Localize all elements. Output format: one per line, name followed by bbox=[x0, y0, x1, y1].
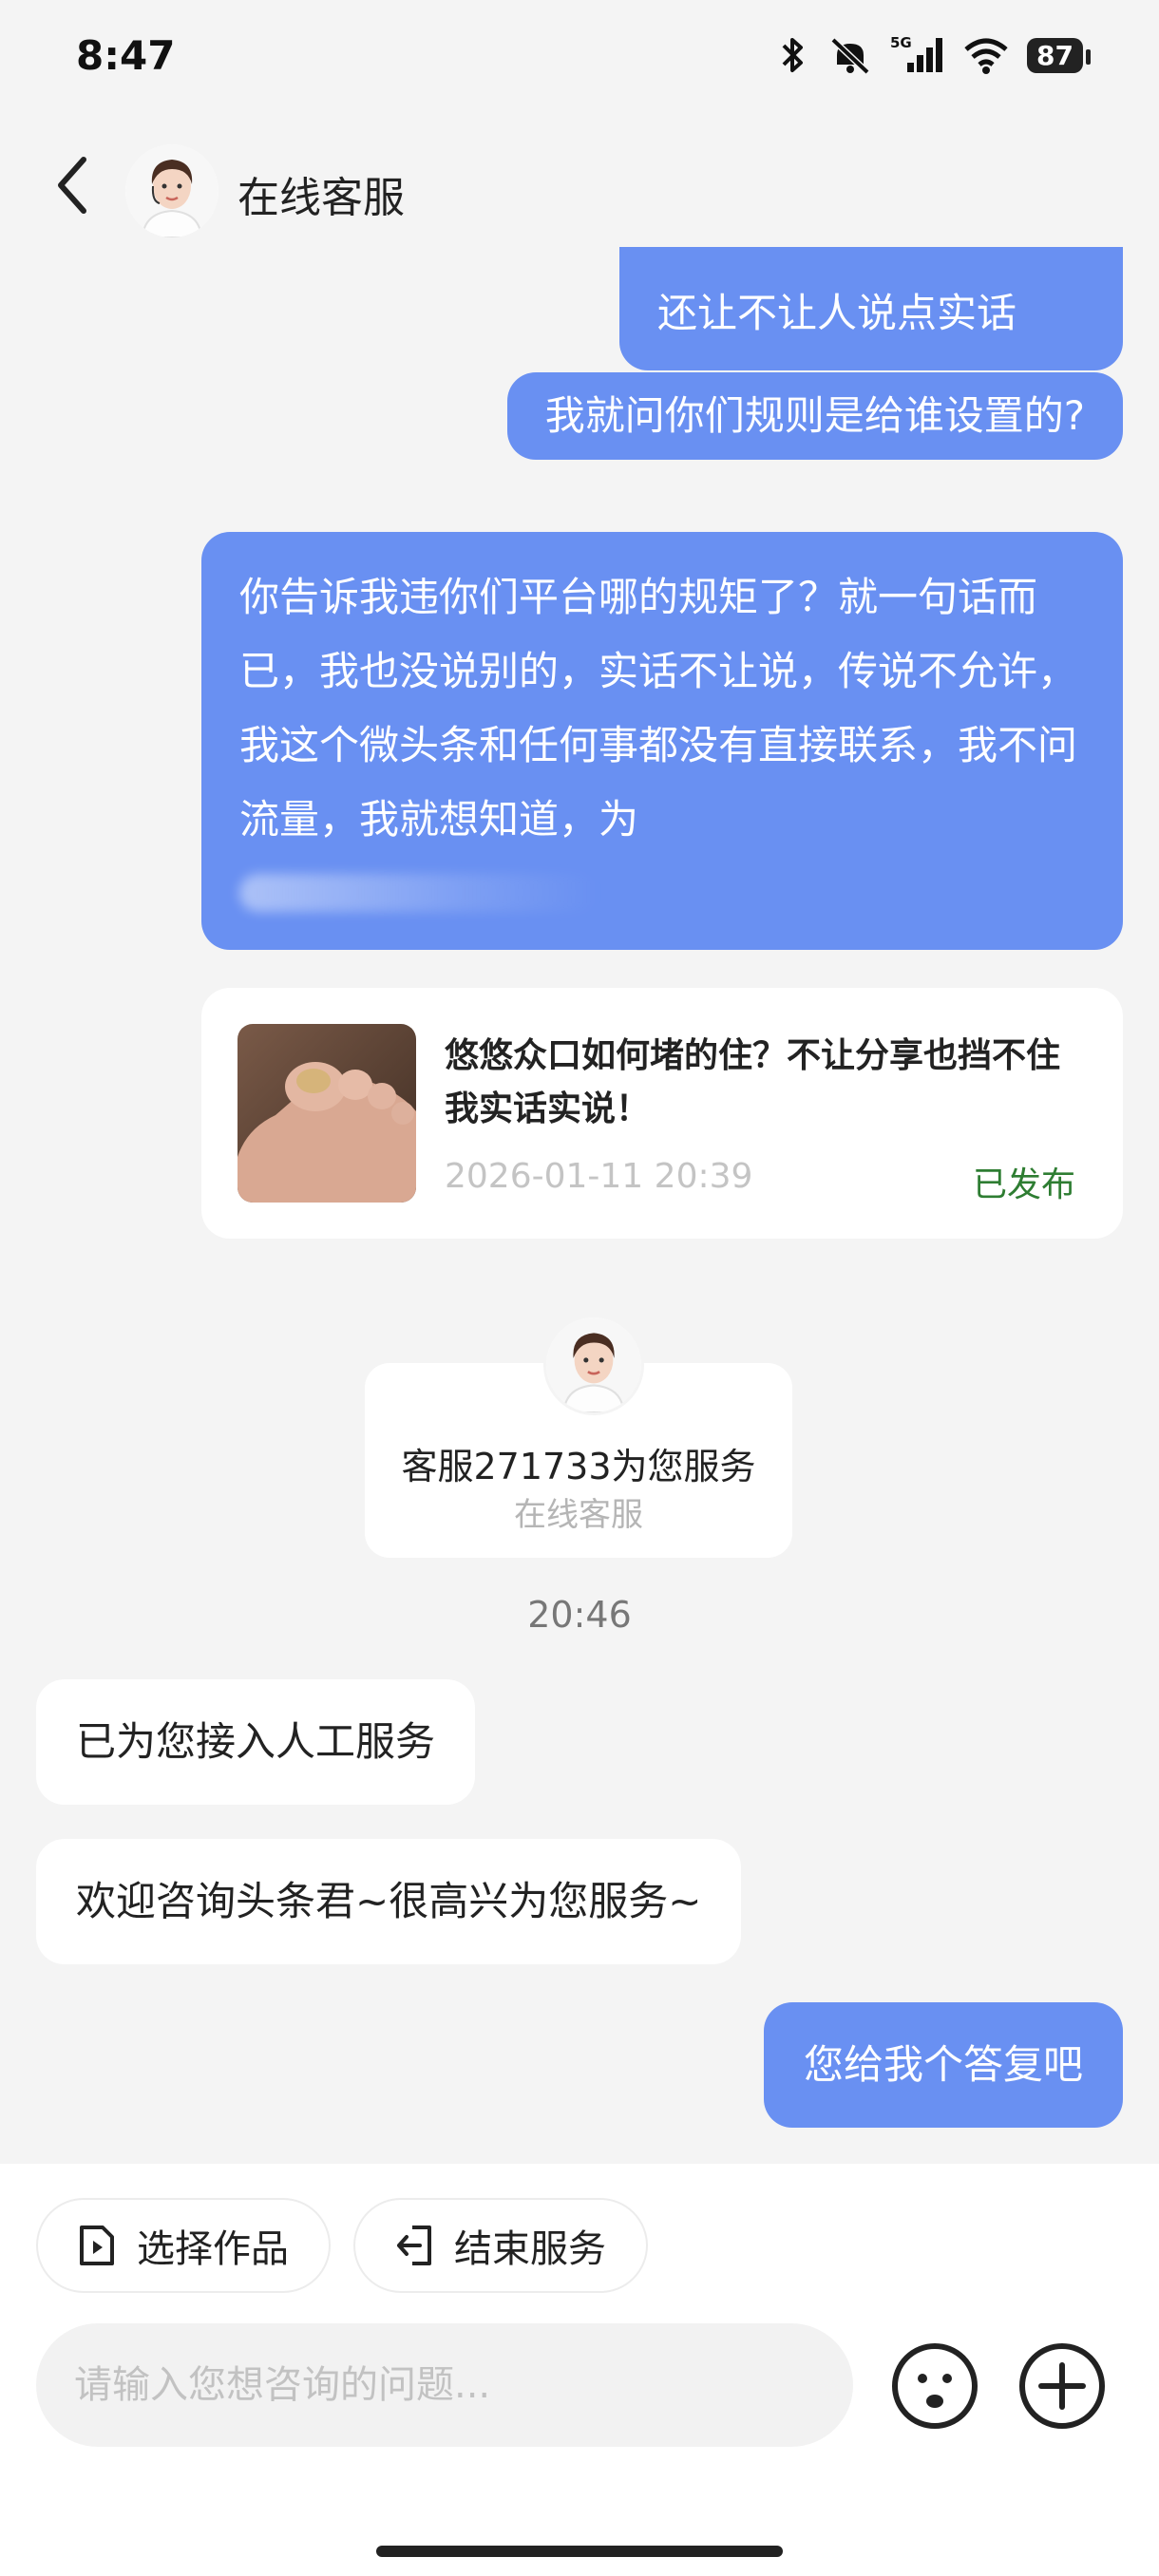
input-panel: 选择作品 结束服务 bbox=[0, 2164, 1159, 2576]
status-icons: 5G 87 bbox=[776, 34, 1091, 76]
signal-icon: 5G bbox=[890, 34, 943, 72]
page-title: 在线客服 bbox=[238, 174, 405, 222]
message-bubble-user[interactable]: 我就问你们规则是给谁设置的? bbox=[506, 372, 1123, 460]
message-text: 我就问你们规则是给谁设置的? bbox=[544, 392, 1085, 439]
work-date: 2026-01-11 20:39 bbox=[445, 1157, 753, 1196]
svg-text:5G: 5G bbox=[890, 34, 912, 51]
agent-name: 客服271733为您服务 bbox=[401, 1446, 756, 1487]
message-bubble-user[interactable]: 您给我个答复吧 bbox=[763, 2002, 1123, 2128]
mute-icon bbox=[830, 37, 870, 75]
back-arrow-icon[interactable] bbox=[46, 152, 103, 218]
status-bar: 8:47 5G 87 bbox=[0, 0, 1159, 114]
message-text: 还让不让人说点实话 bbox=[657, 290, 1017, 336]
agent-avatar bbox=[543, 1315, 644, 1415]
message-text: 欢迎咨询头条君~很高兴为您服务~ bbox=[76, 1878, 702, 1924]
emoji-icon[interactable] bbox=[889, 2340, 980, 2432]
work-title: 悠悠众口如何堵的住？不让分享也挡不住我实话实说！ bbox=[445, 1036, 1061, 1128]
work-card[interactable]: 悠悠众口如何堵的住？不让分享也挡不住我实话实说！ 2026-01-11 20:3… bbox=[201, 988, 1123, 1239]
message-text: 已为您接入人工服务 bbox=[76, 1718, 436, 1765]
work-icon bbox=[80, 2226, 114, 2265]
home-indicator[interactable] bbox=[376, 2546, 783, 2557]
message-bubble-agent[interactable]: 欢迎咨询头条君~很高兴为您服务~ bbox=[36, 1839, 742, 1964]
agent-avatar bbox=[125, 144, 218, 237]
select-work-button[interactable]: 选择作品 bbox=[36, 2198, 331, 2293]
exit-icon bbox=[397, 2226, 431, 2265]
message-text: 你告诉我违你们平台哪的规矩了？就一句话而已，我也没说别的，实话不让说，传说不允许… bbox=[239, 574, 1078, 843]
bluetooth-icon bbox=[782, 38, 804, 72]
chat-area[interactable]: 还让不让人说点实话 我就问你们规则是给谁设置的? 你告诉我违你们平台哪的规矩了？… bbox=[0, 247, 1159, 2142]
status-time: 8:47 bbox=[76, 32, 176, 79]
end-service-label: 结束服务 bbox=[454, 2227, 606, 2271]
select-work-label: 选择作品 bbox=[137, 2227, 289, 2271]
message-text: 您给我个答复吧 bbox=[803, 2041, 1083, 2088]
message-bubble-agent[interactable]: 已为您接入人工服务 bbox=[36, 1679, 476, 1805]
blurred-text bbox=[239, 874, 600, 912]
agent-role: 在线客服 bbox=[514, 1496, 643, 1534]
plus-icon[interactable] bbox=[1016, 2340, 1108, 2432]
message-bubble-user[interactable]: 你告诉我违你们平台哪的规矩了？就一句话而已，我也没说别的，实话不让说，传说不允许… bbox=[201, 532, 1123, 950]
status-badge: 已发布 bbox=[972, 1165, 1075, 1204]
message-input[interactable] bbox=[36, 2323, 853, 2447]
chat-header: 在线客服 bbox=[0, 123, 1159, 247]
work-thumbnail bbox=[238, 1024, 416, 1203]
message-bubble-user[interactable]: 还让不让人说点实话 bbox=[619, 247, 1123, 370]
wifi-icon bbox=[964, 38, 1008, 74]
message-timestamp: 20:46 bbox=[527, 1594, 632, 1636]
end-service-button[interactable]: 结束服务 bbox=[353, 2198, 648, 2293]
battery-icon: 87 bbox=[1027, 37, 1091, 73]
